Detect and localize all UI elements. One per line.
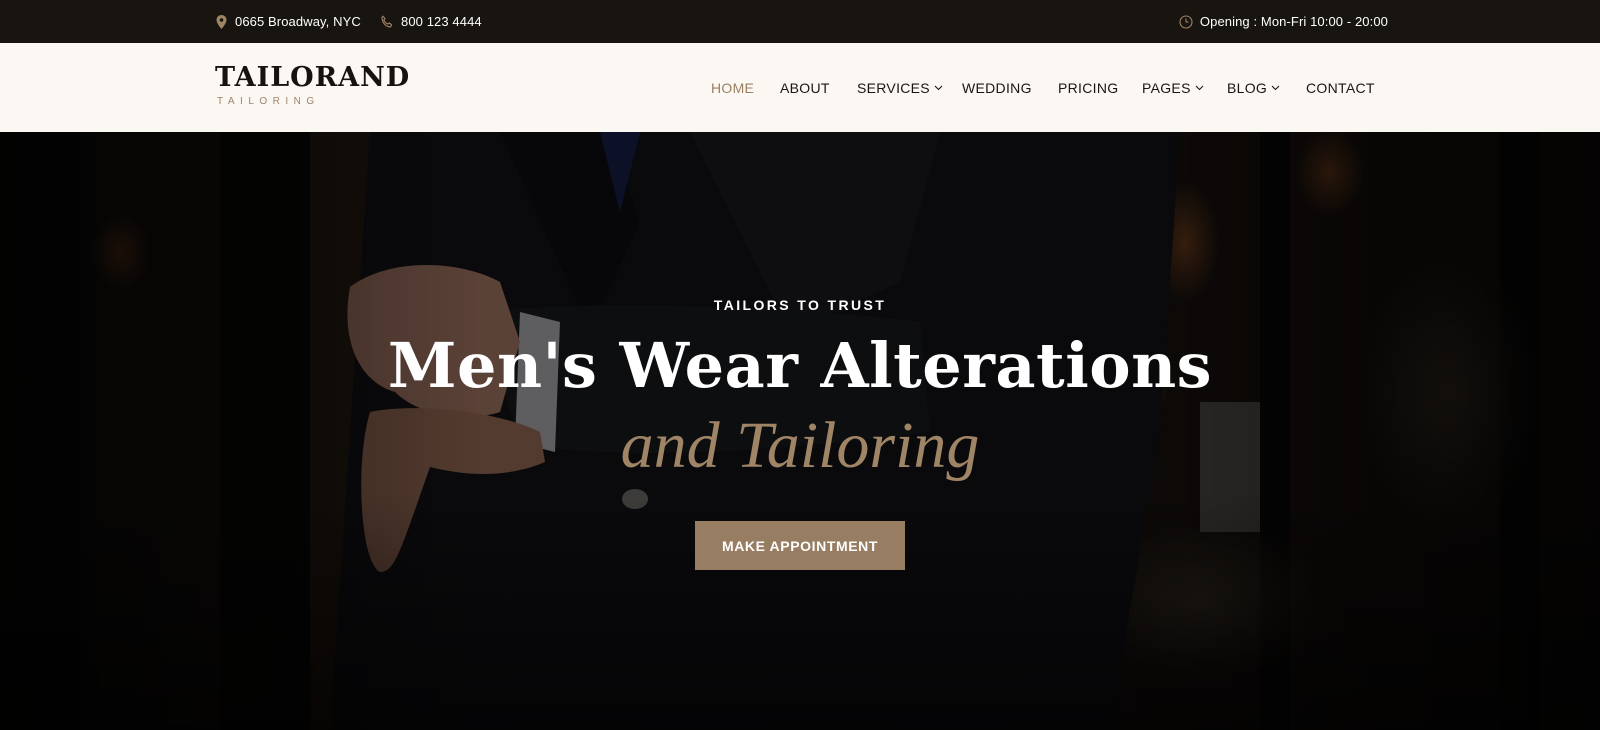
chevron-down-icon[interactable] (934, 83, 943, 92)
nav-item-label[interactable]: PAGES (1142, 80, 1191, 96)
address-info: 0665 Broadway, NYC (214, 0, 361, 43)
nav-item-label[interactable]: SERVICES (857, 80, 930, 96)
nav-item-pricing[interactable]: PRICING (1058, 43, 1118, 132)
nav-item-label[interactable]: HOME (711, 80, 754, 96)
site-header: TAILORAND TAILORING HOME ABOUT SERVICES … (0, 43, 1600, 132)
nav-item-wedding[interactable]: WEDDING (962, 43, 1032, 132)
nav-item-about[interactable]: ABOUT (780, 43, 830, 132)
hero-title-line1: Men's Wear Alterations (387, 329, 1213, 402)
hero-title-line2: and Tailoring (620, 409, 980, 482)
top-info-bar: 0665 Broadway, NYC 800 123 4444 Opening … (0, 0, 1600, 43)
make-appointment-button[interactable]: MAKE APPOINTMENT (695, 521, 905, 570)
hero-section: TAILORS TO TRUST Men's Wear Alterations … (0, 132, 1600, 730)
clock-icon (1179, 14, 1193, 29)
nav-item-contact[interactable]: CONTACT (1306, 43, 1375, 132)
nav-item-label[interactable]: BLOG (1227, 80, 1267, 96)
nav-item-label[interactable]: CONTACT (1306, 80, 1375, 96)
hero-eyebrow: TAILORS TO TRUST (713, 297, 887, 313)
nav-item-home[interactable]: HOME (711, 43, 754, 132)
nav-item-blog[interactable]: BLOG (1227, 43, 1280, 132)
phone-text[interactable]: 800 123 4444 (401, 14, 482, 29)
phone-icon (380, 15, 394, 29)
nav-item-label[interactable]: WEDDING (962, 80, 1032, 96)
address-text: 0665 Broadway, NYC (235, 14, 361, 29)
nav-item-services[interactable]: SERVICES (857, 43, 943, 132)
chevron-down-icon[interactable] (1195, 83, 1204, 92)
nav-item-label[interactable]: PRICING (1058, 80, 1118, 96)
phone-info[interactable]: 800 123 4444 (380, 0, 482, 43)
main-nav: HOME ABOUT SERVICES WEDDING PRICING PAGE… (0, 43, 1600, 132)
nav-item-pages[interactable]: PAGES (1142, 43, 1204, 132)
chevron-down-icon[interactable] (1271, 83, 1280, 92)
hero-content: TAILORS TO TRUST Men's Wear Alterations … (0, 132, 1600, 730)
map-pin-icon (214, 14, 228, 29)
nav-item-label[interactable]: ABOUT (780, 80, 830, 96)
hours-info: Opening : Mon-Fri 10:00 - 20:00 (1179, 0, 1388, 43)
hours-text: Opening : Mon-Fri 10:00 - 20:00 (1199, 14, 1388, 29)
